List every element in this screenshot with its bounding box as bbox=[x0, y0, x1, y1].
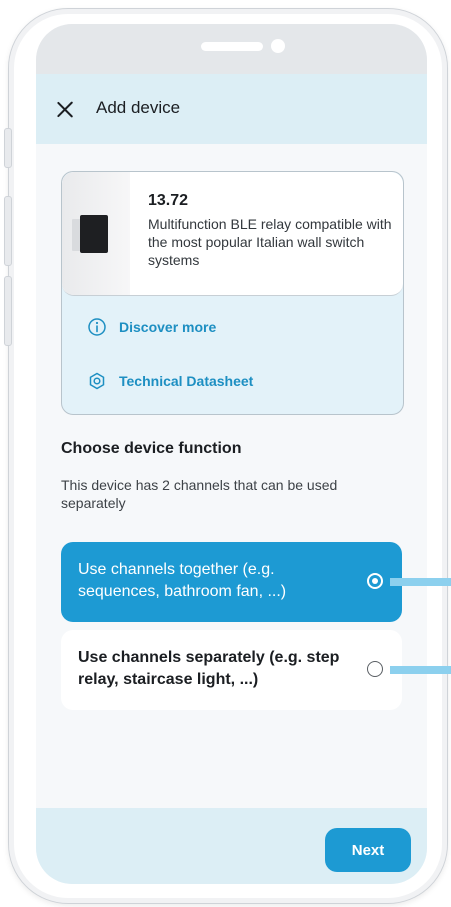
info-icon bbox=[88, 318, 106, 336]
speaker-grille bbox=[201, 42, 263, 51]
product-name: 13.72 bbox=[148, 192, 189, 209]
option-use-channels-separately[interactable]: Use channels separately (e.g. step relay… bbox=[61, 630, 402, 710]
annotation-connector-together bbox=[390, 578, 451, 586]
product-description: Multifunction BLE relay compatible with … bbox=[148, 216, 392, 268]
front-camera bbox=[271, 39, 285, 53]
phone-screen: Add device 13.72 Multifunction BLE relay… bbox=[36, 24, 427, 884]
main-content: 13.72 Multifunction BLE relay compatible… bbox=[36, 144, 427, 808]
next-button[interactable]: Next bbox=[325, 828, 411, 872]
technical-datasheet-label: Technical Datasheet bbox=[119, 373, 254, 389]
product-image bbox=[62, 172, 130, 295]
option-separately-label: Use channels separately (e.g. step relay… bbox=[78, 649, 340, 688]
datasheet-icon bbox=[89, 372, 105, 390]
app-bar: Add device bbox=[36, 74, 427, 144]
section-subtitle: This device has 2 channels that can be u… bbox=[61, 477, 338, 511]
relay-body bbox=[80, 215, 108, 253]
page-title: Add device bbox=[96, 98, 181, 117]
bottom-bar: Next bbox=[36, 808, 427, 884]
option-use-channels-together[interactable]: Use channels together (e.g. sequences, b… bbox=[61, 542, 402, 622]
close-icon[interactable] bbox=[54, 98, 76, 120]
product-card: 13.72 Multifunction BLE relay compatible… bbox=[61, 171, 404, 415]
phone-volume-down-button bbox=[4, 276, 12, 346]
phone-volume-up-button bbox=[4, 196, 12, 266]
discover-more-link[interactable]: Discover more bbox=[87, 316, 216, 338]
radio-unselected[interactable] bbox=[367, 661, 383, 677]
technical-datasheet-link[interactable]: Technical Datasheet bbox=[87, 370, 253, 392]
annotation-connector-separately bbox=[390, 666, 451, 674]
section-title: Choose device function bbox=[61, 440, 242, 457]
option-together-label: Use channels together (e.g. sequences, b… bbox=[78, 561, 287, 600]
discover-more-label: Discover more bbox=[119, 319, 217, 335]
status-bar bbox=[36, 24, 427, 74]
phone-side-button bbox=[4, 128, 12, 168]
product-summary: 13.72 Multifunction BLE relay compatible… bbox=[62, 172, 403, 296]
radio-selected[interactable] bbox=[367, 573, 383, 589]
